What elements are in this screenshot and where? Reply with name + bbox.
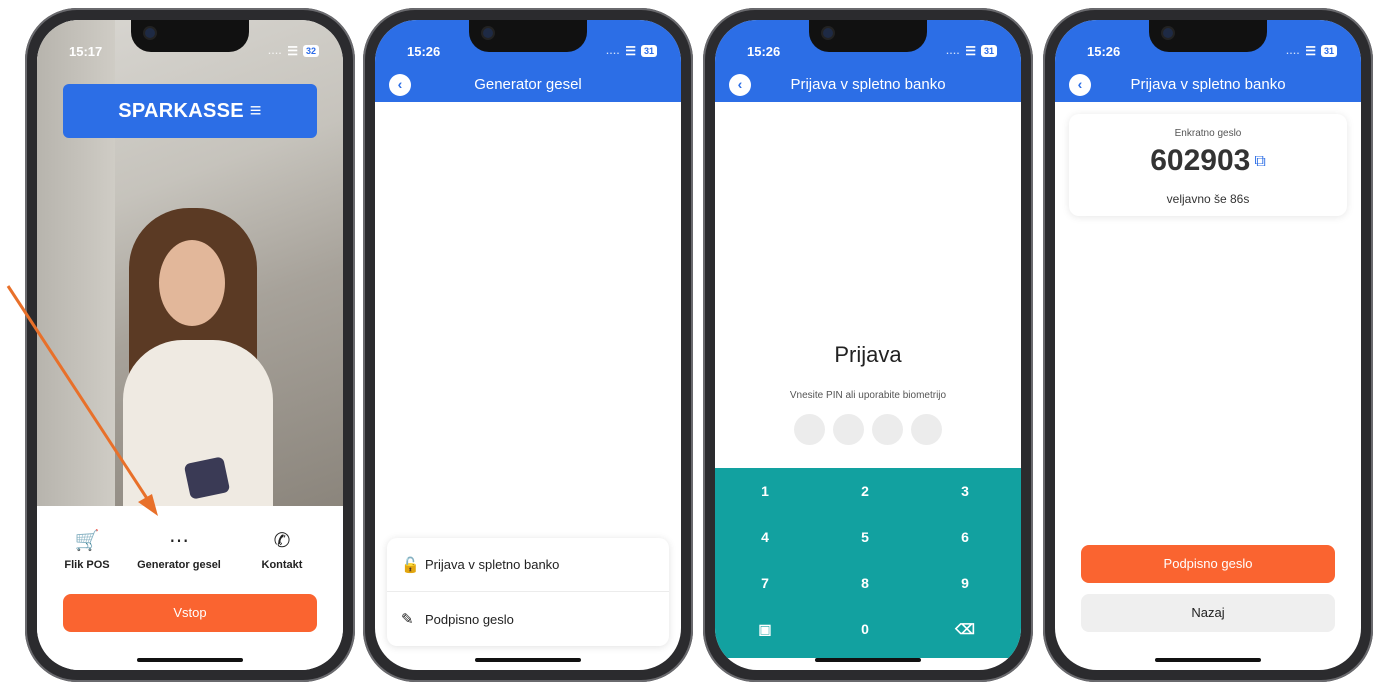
battery-icon: 31 bbox=[980, 45, 997, 57]
signing-code-button[interactable]: Podpisno geslo bbox=[1081, 545, 1335, 583]
back-button[interactable]: Nazaj bbox=[1081, 594, 1335, 632]
pin-dot bbox=[872, 414, 903, 445]
status-time: 15:26 bbox=[747, 44, 781, 59]
signal-icon: .... bbox=[1286, 46, 1301, 56]
page-title: Prijava v spletno banko bbox=[1130, 76, 1286, 93]
login-heading: Prijava bbox=[834, 342, 902, 367]
key-9[interactable]: 9 bbox=[915, 560, 1015, 606]
phone-pin-login-screen: ‹ Prijava v spletno banko 15:26 .... ☰ 3… bbox=[703, 8, 1033, 682]
signal-icon: .... bbox=[268, 46, 283, 56]
phone-otp-screen: ‹ Prijava v spletno banko 15:26 .... ☰ 3… bbox=[1043, 8, 1373, 682]
pin-indicator bbox=[715, 414, 1021, 445]
login-subtitle: Vnesite PIN ali uporabite biometrijo bbox=[789, 390, 947, 401]
camera-icon bbox=[823, 28, 833, 38]
camera-icon bbox=[145, 28, 155, 38]
status-time: 15:26 bbox=[407, 44, 441, 59]
enter-button[interactable]: Vstop bbox=[63, 594, 317, 632]
pin-dot bbox=[794, 414, 825, 445]
home-indicator bbox=[1155, 658, 1261, 662]
home-indicator bbox=[475, 658, 581, 662]
status-bar: 15:26 .... ☰ 31 bbox=[375, 42, 681, 62]
key-0[interactable]: 0 bbox=[815, 606, 915, 652]
padlock-icon: 🔓 bbox=[401, 556, 420, 574]
otp-card: Enkratno geslo 602903 ⧉ veljavno še 86s bbox=[1069, 114, 1347, 216]
signal-icon: .... bbox=[946, 46, 961, 56]
battery-icon: 32 bbox=[302, 45, 319, 57]
camera-icon bbox=[483, 28, 493, 38]
pen-icon: ✎ bbox=[401, 611, 414, 628]
key-7[interactable]: 7 bbox=[715, 560, 815, 606]
pin-dot bbox=[833, 414, 864, 445]
otp-validity: veljavno še 86s bbox=[1166, 192, 1250, 206]
key-8[interactable]: 8 bbox=[815, 560, 915, 606]
home-indicator bbox=[815, 658, 921, 662]
status-time: 15:26 bbox=[1087, 44, 1121, 59]
numeric-keypad: 1 2 3 4 5 6 7 8 9 ▣ 0 ⌫ bbox=[715, 468, 1021, 658]
status-bar: 15:17 .... ☰ 32 bbox=[37, 42, 343, 62]
wifi-icon: ☰ bbox=[287, 44, 298, 58]
copy-icon[interactable]: ⧉ bbox=[1254, 153, 1265, 170]
sheet-item-signing-code[interactable]: ✎ Podpisno geslo bbox=[387, 592, 669, 646]
status-bar: 15:26 .... ☰ 31 bbox=[1055, 42, 1361, 62]
signal-icon: .... bbox=[606, 46, 621, 56]
face-id-icon[interactable]: ▣ bbox=[715, 606, 815, 652]
page-title: Generator gesel bbox=[474, 76, 582, 93]
otp-label: Enkratno geslo bbox=[1174, 128, 1242, 139]
home-indicator bbox=[137, 658, 243, 662]
key-6[interactable]: 6 bbox=[915, 514, 1015, 560]
status-time: 15:17 bbox=[69, 44, 103, 59]
quick-action-generator-gesel[interactable]: ⋯ Generator gesel bbox=[119, 528, 239, 571]
quick-action-flik-pos[interactable]: 🛒 Flik POS bbox=[59, 528, 115, 571]
sheet-item-online-banking-login[interactable]: 🔓 Prijava v spletno banko bbox=[387, 538, 669, 592]
phone-home-screen: 15:17 .... ☰ 32 SPARKASSE ≡ 🛒 Flik POS ⋯… bbox=[25, 8, 355, 682]
battery-icon: 31 bbox=[1320, 45, 1337, 57]
camera-icon bbox=[1163, 28, 1173, 38]
backspace-icon[interactable]: ⌫ bbox=[915, 606, 1015, 652]
sparkasse-logo: SPARKASSE ≡ bbox=[63, 84, 317, 138]
pin-dot bbox=[911, 414, 942, 445]
quick-action-kontakt[interactable]: ✆ Kontakt bbox=[247, 528, 317, 571]
screen: ‹ Generator gesel 15:26 .... ☰ 31 🔓 Prij… bbox=[375, 20, 681, 670]
key-1[interactable]: 1 bbox=[715, 468, 815, 514]
otp-value: 602903 bbox=[1150, 144, 1251, 177]
wifi-icon: ☰ bbox=[965, 44, 976, 58]
screen: ‹ Prijava v spletno banko 15:26 .... ☰ 3… bbox=[715, 20, 1021, 670]
screen: ‹ Prijava v spletno banko 15:26 .... ☰ 3… bbox=[1055, 20, 1361, 670]
wifi-icon: ☰ bbox=[1305, 44, 1316, 58]
key-5[interactable]: 5 bbox=[815, 514, 915, 560]
action-sheet: 🔓 Prijava v spletno banko ✎ Podpisno ges… bbox=[387, 538, 669, 646]
status-bar: 15:26 .... ☰ 31 bbox=[715, 42, 1021, 62]
key-3[interactable]: 3 bbox=[915, 468, 1015, 514]
cart-icon: 🛒 bbox=[74, 530, 100, 552]
phone-generator-screen: ‹ Generator gesel 15:26 .... ☰ 31 🔓 Prij… bbox=[363, 8, 693, 682]
screen: 15:17 .... ☰ 32 SPARKASSE ≡ 🛒 Flik POS ⋯… bbox=[37, 20, 343, 670]
keypad-grid-icon: ⋯ bbox=[169, 530, 189, 552]
wifi-icon: ☰ bbox=[625, 44, 636, 58]
key-4[interactable]: 4 bbox=[715, 514, 815, 560]
key-2[interactable]: 2 bbox=[815, 468, 915, 514]
bottom-panel: 🛒 Flik POS ⋯ Generator gesel ✆ Kontakt V… bbox=[37, 506, 343, 670]
battery-icon: 31 bbox=[640, 45, 657, 57]
phone-call-icon: ✆ bbox=[273, 530, 291, 552]
page-title: Prijava v spletno banko bbox=[790, 76, 946, 93]
